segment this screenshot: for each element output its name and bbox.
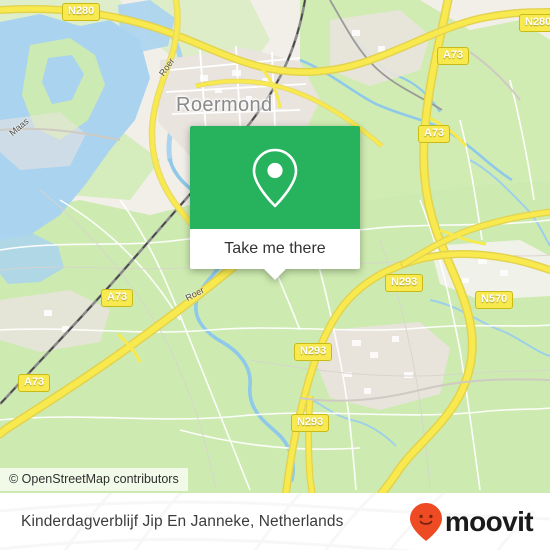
moovit-smiley-pin-icon — [409, 502, 442, 541]
take-me-there-button[interactable]: Take me there — [190, 229, 360, 269]
popup-tail-pointer — [264, 269, 286, 280]
map-canvas[interactable]: Roermond Maas Roer Roer N280 N280 A73 A7… — [0, 0, 550, 493]
road-shield-a73-east[interactable]: A73 — [418, 125, 451, 143]
road-shield-n570[interactable]: N570 — [475, 291, 514, 309]
road-shield-a73-southwest[interactable]: A73 — [18, 374, 51, 392]
place-title: Kinderdagverblijf Jip En Janneke, Nether… — [21, 512, 344, 530]
road-shield-n280-east[interactable]: N280 — [519, 14, 550, 32]
road-shield-n280-west[interactable]: N280 — [62, 3, 101, 21]
moovit-logo[interactable]: moovit — [409, 493, 534, 550]
map-screenshot: Roermond Maas Roer Roer N280 N280 A73 A7… — [0, 0, 550, 550]
location-popup-card[interactable]: Take me there — [190, 126, 360, 280]
road-shield-a73-north[interactable]: A73 — [437, 47, 470, 65]
map-attribution[interactable]: © OpenStreetMap contributors — [0, 468, 188, 491]
road-shield-n293-mid[interactable]: N293 — [294, 343, 333, 361]
map-pin-icon — [252, 148, 298, 207]
bottom-info-bar: Kinderdagverblijf Jip En Janneke, Nether… — [0, 493, 550, 550]
road-shield-n293-north[interactable]: N293 — [385, 274, 424, 292]
moovit-wordmark: moovit — [444, 505, 534, 537]
popup-header — [190, 126, 360, 229]
road-shield-n293-south[interactable]: N293 — [291, 414, 330, 432]
take-me-there-label: Take me there — [224, 240, 326, 257]
road-shield-a73-mid[interactable]: A73 — [101, 289, 134, 307]
